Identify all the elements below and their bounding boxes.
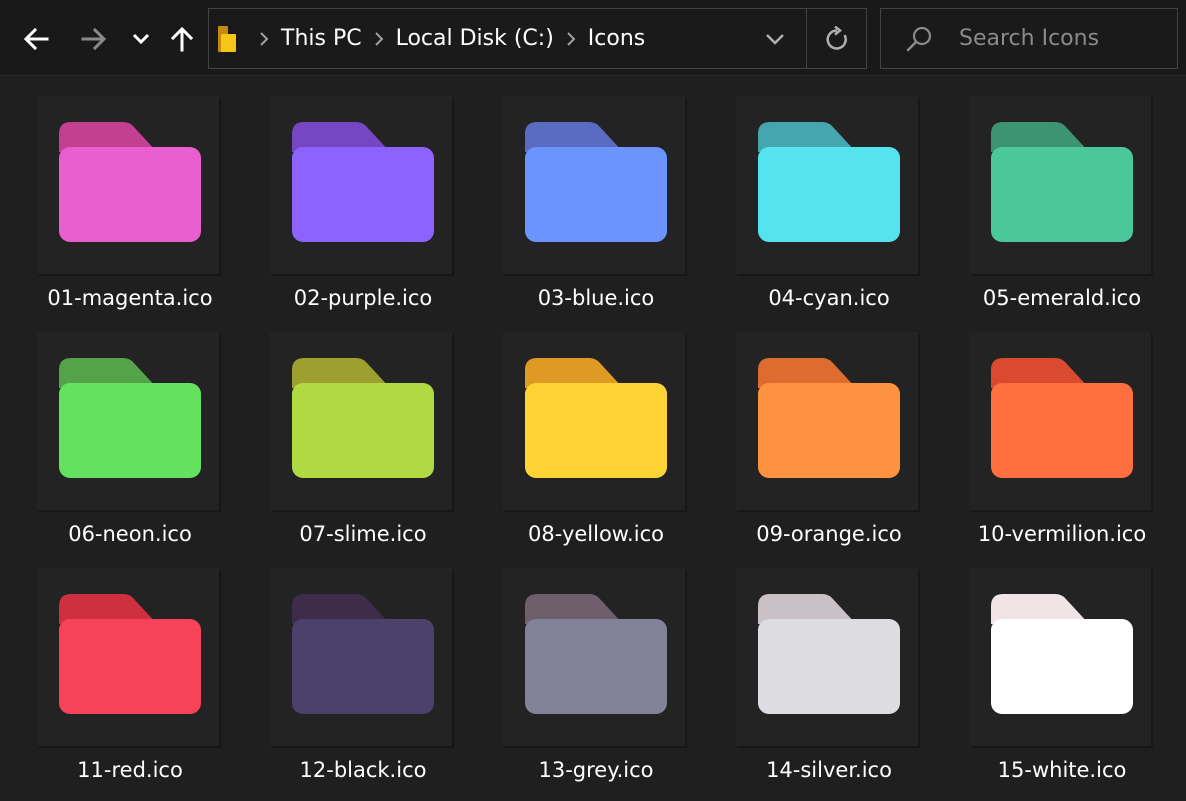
file-name: 02-purple.ico [293, 286, 433, 310]
file-name: 03-blue.ico [537, 286, 655, 310]
file-thumbnail [37, 96, 219, 274]
address-divider [806, 9, 807, 68]
refresh-icon [826, 26, 847, 50]
file-name: 01-magenta.ico [47, 286, 213, 310]
file-name: 08-yellow.ico [528, 522, 664, 546]
file-name: 12-black.ico [299, 758, 427, 782]
file-name: 04-cyan.ico [768, 286, 890, 310]
folder-icon [292, 122, 434, 242]
file-item[interactable]: 11-red.ico [0, 548, 232, 784]
breadcrumb-icons[interactable]: Icons [584, 26, 649, 51]
file-item[interactable]: 14-silver.ico [699, 548, 931, 784]
file-item[interactable]: 07-slime.ico [233, 312, 465, 548]
chevron-down-icon [132, 33, 150, 45]
folder-icon [758, 594, 900, 714]
file-item[interactable]: 06-neon.ico [0, 312, 232, 548]
file-name: 13-grey.ico [538, 758, 654, 782]
forward-arrow-icon [81, 28, 107, 50]
chevron-right-icon[interactable] [253, 31, 275, 46]
refresh-button[interactable] [817, 21, 857, 57]
recent-locations-button[interactable] [122, 18, 160, 60]
back-button[interactable] [17, 18, 55, 60]
back-arrow-icon [23, 28, 49, 50]
file-item[interactable]: 05-emerald.ico [932, 76, 1164, 312]
folder-icon [758, 358, 900, 478]
breadcrumb-local-disk[interactable]: Local Disk (C:) [392, 26, 558, 51]
file-name: 11-red.ico [77, 758, 183, 782]
address-history-button[interactable] [757, 23, 793, 55]
chevron-right-icon[interactable] [368, 31, 390, 46]
file-thumbnail [503, 568, 685, 746]
file-name: 07-slime.ico [299, 522, 427, 546]
file-item[interactable]: 03-blue.ico [466, 76, 698, 312]
file-item[interactable]: 04-cyan.ico [699, 76, 931, 312]
file-name: 14-silver.ico [766, 758, 892, 782]
file-item[interactable]: 13-grey.ico [466, 548, 698, 784]
chevron-down-icon [766, 34, 784, 45]
file-name: 09-orange.ico [756, 522, 902, 546]
folder-icon [525, 358, 667, 478]
breadcrumb: This PC Local Disk (C:) Icons [251, 9, 649, 68]
file-thumbnail [736, 568, 918, 746]
file-thumbnail [969, 96, 1151, 274]
file-thumbnail [736, 332, 918, 510]
file-thumbnail [37, 332, 219, 510]
folder-icon [991, 358, 1133, 478]
file-item[interactable]: 02-purple.ico [233, 76, 465, 312]
file-thumbnail [270, 332, 452, 510]
toolbar: This PC Local Disk (C:) Icons [0, 0, 1186, 76]
file-thumbnail [503, 96, 685, 274]
chevron-right-icon[interactable] [560, 31, 582, 46]
file-thumbnail [270, 96, 452, 274]
file-grid: 01-magenta.ico 02-purple.ico 03-blue.ico 04… [0, 76, 1186, 801]
address-bar[interactable]: This PC Local Disk (C:) Icons [208, 8, 867, 69]
folder-icon [758, 122, 900, 242]
search-icon [906, 26, 932, 52]
folder-icon [59, 122, 201, 242]
forward-button[interactable] [75, 18, 113, 60]
file-name: 15-white.ico [997, 758, 1127, 782]
folder-icon [525, 122, 667, 242]
file-item[interactable]: 10-vermilion.ico [932, 312, 1164, 548]
search-box[interactable] [880, 8, 1178, 69]
file-thumbnail [736, 96, 918, 274]
file-item[interactable]: 12-black.ico [233, 548, 465, 784]
folder-icon [991, 122, 1133, 242]
folder-icon [59, 594, 201, 714]
file-item[interactable]: 01-magenta.ico [0, 76, 232, 312]
file-item[interactable]: 09-orange.ico [699, 312, 931, 548]
file-name: 10-vermilion.ico [977, 522, 1147, 546]
folder-icon [292, 358, 434, 478]
file-thumbnail [969, 332, 1151, 510]
file-item[interactable]: 15-white.ico [932, 548, 1164, 784]
file-thumbnail [37, 568, 219, 746]
file-thumbnail [270, 568, 452, 746]
up-button[interactable] [163, 18, 201, 60]
folder-icon [991, 594, 1133, 714]
folder-icon [525, 594, 667, 714]
search-input[interactable] [959, 17, 1165, 59]
folder-icon [218, 26, 236, 52]
folder-icon [292, 594, 434, 714]
file-thumbnail [969, 568, 1151, 746]
up-arrow-icon [171, 26, 193, 52]
file-name: 05-emerald.ico [982, 286, 1142, 310]
folder-icon [59, 358, 201, 478]
breadcrumb-this-pc[interactable]: This PC [277, 26, 366, 51]
file-name: 06-neon.ico [68, 522, 192, 546]
file-item[interactable]: 08-yellow.ico [466, 312, 698, 548]
file-thumbnail [503, 332, 685, 510]
